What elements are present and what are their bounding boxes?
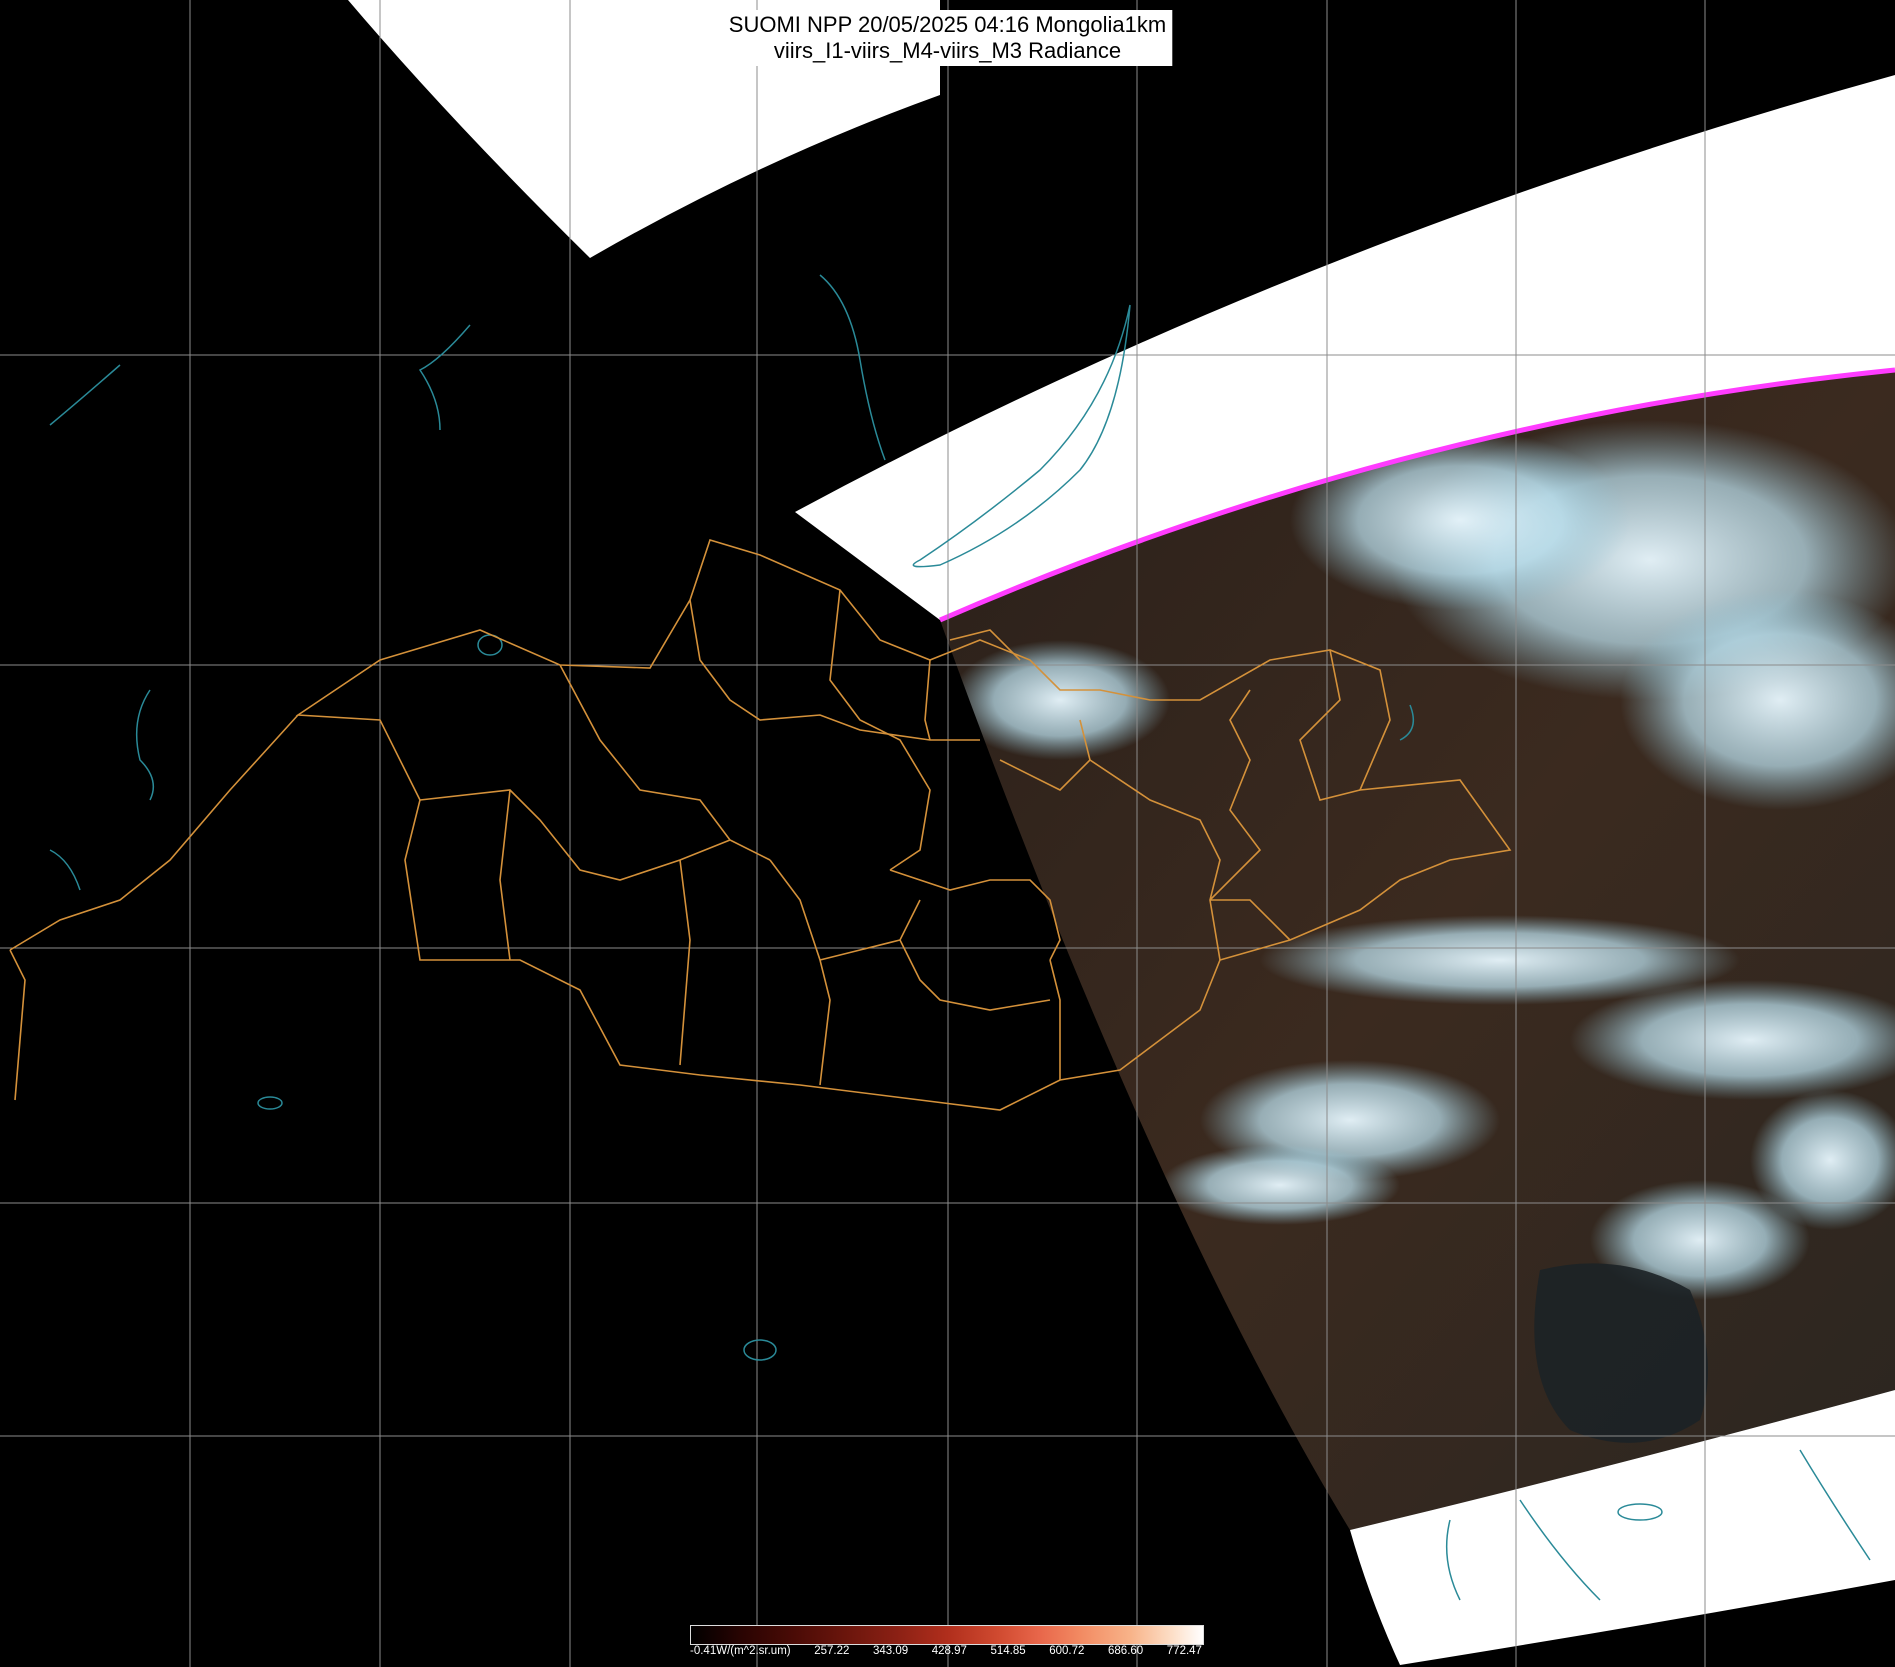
colorbar-gradient xyxy=(690,1625,1204,1645)
map-title: SUOMI NPP 20/05/2025 04:16 Mongolia1km v… xyxy=(722,10,1173,66)
colorbar-legend: -0.41W/(m^2.sr.um) 257.22 343.09 428.97 … xyxy=(690,1625,1204,1665)
map-canvas xyxy=(0,0,1895,1667)
colorbar-tick-label: 343.09 xyxy=(872,1645,909,1657)
title-line-2: viirs_I1-viirs_M4-viirs_M3 Radiance xyxy=(773,38,1122,63)
title-line-1: SUOMI NPP 20/05/2025 04:16 Mongolia1km xyxy=(728,12,1167,37)
colorbar-tick-label: 514.85 xyxy=(990,1645,1026,1657)
colorbar-tick-label: 428.97 xyxy=(931,1645,967,1657)
satellite-map: SUOMI NPP 20/05/2025 04:16 Mongolia1km v… xyxy=(0,0,1895,1667)
colorbar-tick-label: 257.22 xyxy=(814,1645,850,1657)
colorbar-tick-label: 686.60 xyxy=(1108,1645,1144,1657)
colorbar-tick-label: -0.41W/(m^2.sr.um) xyxy=(690,1645,791,1657)
colorbar-ticks: -0.41W/(m^2.sr.um) 257.22 343.09 428.97 … xyxy=(690,1645,1202,1661)
colorbar-tick-label: 772.47 xyxy=(1166,1645,1202,1657)
colorbar-tick-label: 600.72 xyxy=(1049,1645,1085,1657)
